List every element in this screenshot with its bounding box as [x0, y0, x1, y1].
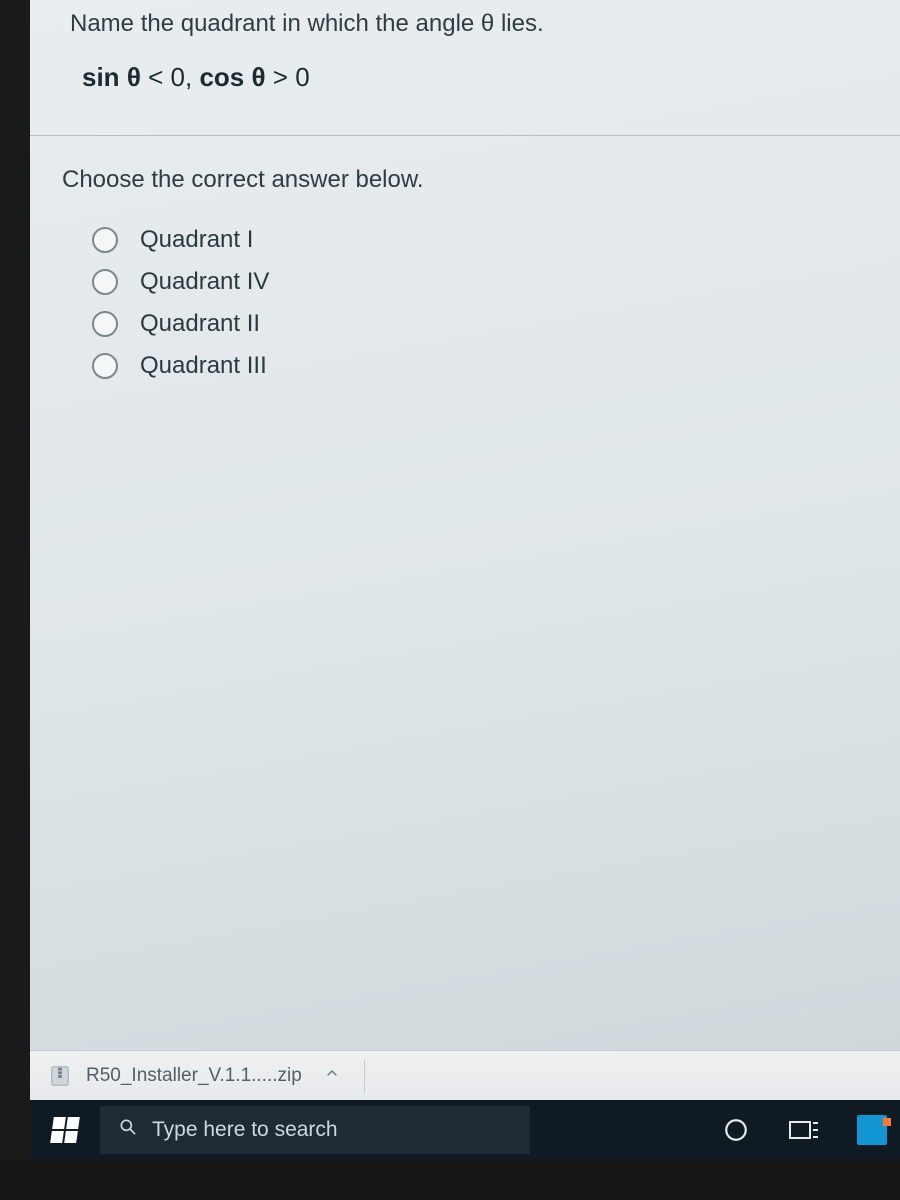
comma-sep: ,	[185, 62, 199, 92]
question-prompt: Name the quadrant in which the angle θ l…	[70, 10, 860, 38]
app-content: Name the quadrant in which the angle θ l…	[30, 0, 900, 1050]
option-quadrant-4[interactable]: Quadrant IV	[92, 268, 868, 296]
pinned-app-icon[interactable]	[852, 1110, 892, 1150]
choose-instruction: Choose the correct answer below.	[62, 166, 868, 194]
options-list: Quadrant I Quadrant IV Quadrant II Quadr…	[92, 226, 868, 380]
option-quadrant-1[interactable]: Quadrant I	[92, 226, 868, 254]
taskbar-right	[716, 1110, 900, 1150]
option-label: Quadrant I	[140, 226, 253, 254]
cortana-circle-icon[interactable]	[716, 1110, 756, 1150]
task-view-icon[interactable]	[784, 1110, 824, 1150]
question-condition: sin θ < 0, cos θ > 0	[82, 62, 860, 93]
option-quadrant-2[interactable]: Quadrant II	[92, 310, 868, 338]
option-label: Quadrant IV	[140, 268, 269, 296]
question-block: Name the quadrant in which the angle θ l…	[30, 0, 900, 117]
answer-block: Choose the correct answer below. Quadran…	[30, 136, 900, 1050]
downloads-separator	[364, 1059, 365, 1093]
radio-icon[interactable]	[92, 227, 118, 253]
windows-logo-icon	[50, 1117, 80, 1143]
search-placeholder: Type here to search	[152, 1118, 338, 1142]
zip-file-icon[interactable]	[48, 1064, 72, 1088]
radio-icon[interactable]	[92, 353, 118, 379]
photo-left-border	[0, 0, 30, 1200]
downloads-bar: R50_Installer_V.1.1.....zip	[30, 1050, 900, 1100]
option-label: Quadrant III	[140, 352, 267, 380]
sin-label: sin	[82, 62, 120, 92]
radio-icon[interactable]	[92, 311, 118, 337]
start-button[interactable]	[30, 1100, 100, 1160]
radio-icon[interactable]	[92, 269, 118, 295]
theta-symbol-2: θ	[251, 62, 265, 92]
theta-symbol-1: θ	[127, 62, 141, 92]
search-icon	[118, 1117, 138, 1143]
gt-zero: > 0	[273, 62, 310, 92]
option-quadrant-3[interactable]: Quadrant III	[92, 352, 868, 380]
cos-label: cos	[199, 62, 244, 92]
photo-bottom-border	[0, 1160, 900, 1200]
option-label: Quadrant II	[140, 310, 260, 338]
lt-zero: < 0	[148, 62, 185, 92]
download-filename[interactable]: R50_Installer_V.1.1.....zip	[86, 1065, 302, 1087]
taskbar: Type here to search	[30, 1100, 900, 1160]
taskbar-search[interactable]: Type here to search	[100, 1106, 530, 1154]
chevron-up-icon[interactable]	[324, 1064, 340, 1087]
